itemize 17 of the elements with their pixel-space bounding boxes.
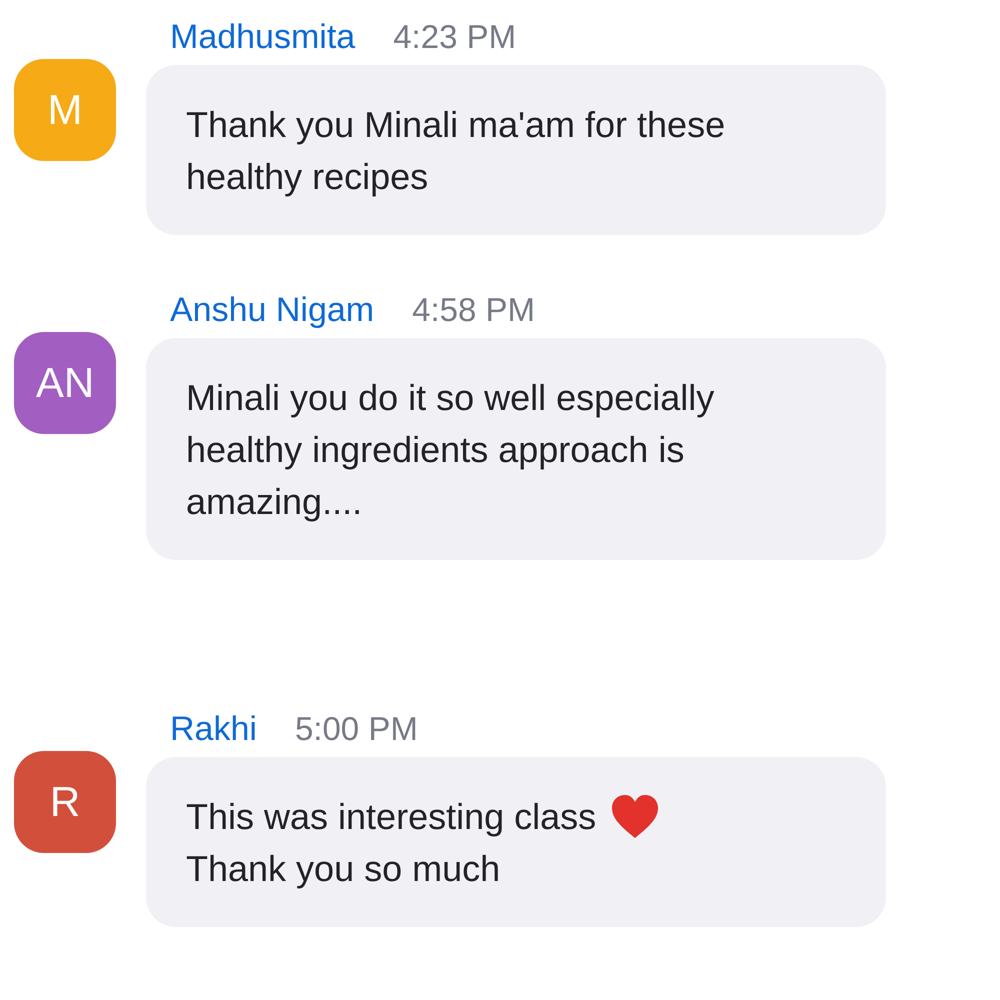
message-text: Minali you do it so well especially [186,376,714,420]
avatar: R [14,751,116,853]
message-time: 4:58 PM [412,291,536,329]
heart-icon [610,794,660,840]
message-time: 5:00 PM [294,710,418,748]
message-text: amazing.... [186,480,362,524]
sender-name: Rakhi [170,710,257,749]
message-text: Thank you Minali ma'am for these [186,103,726,147]
sender-name: Madhusmita [170,18,356,57]
avatar: AN [14,332,116,434]
sender-name: Anshu Nigam [170,291,374,330]
avatar: M [14,59,116,161]
message-time: 4:23 PM [393,18,516,56]
message-text: healthy ingredients approach is [186,428,684,472]
message-text: Thank you so much [186,847,500,891]
message-text: healthy recipes [186,155,428,199]
message-text: This was interesting class [186,795,596,839]
